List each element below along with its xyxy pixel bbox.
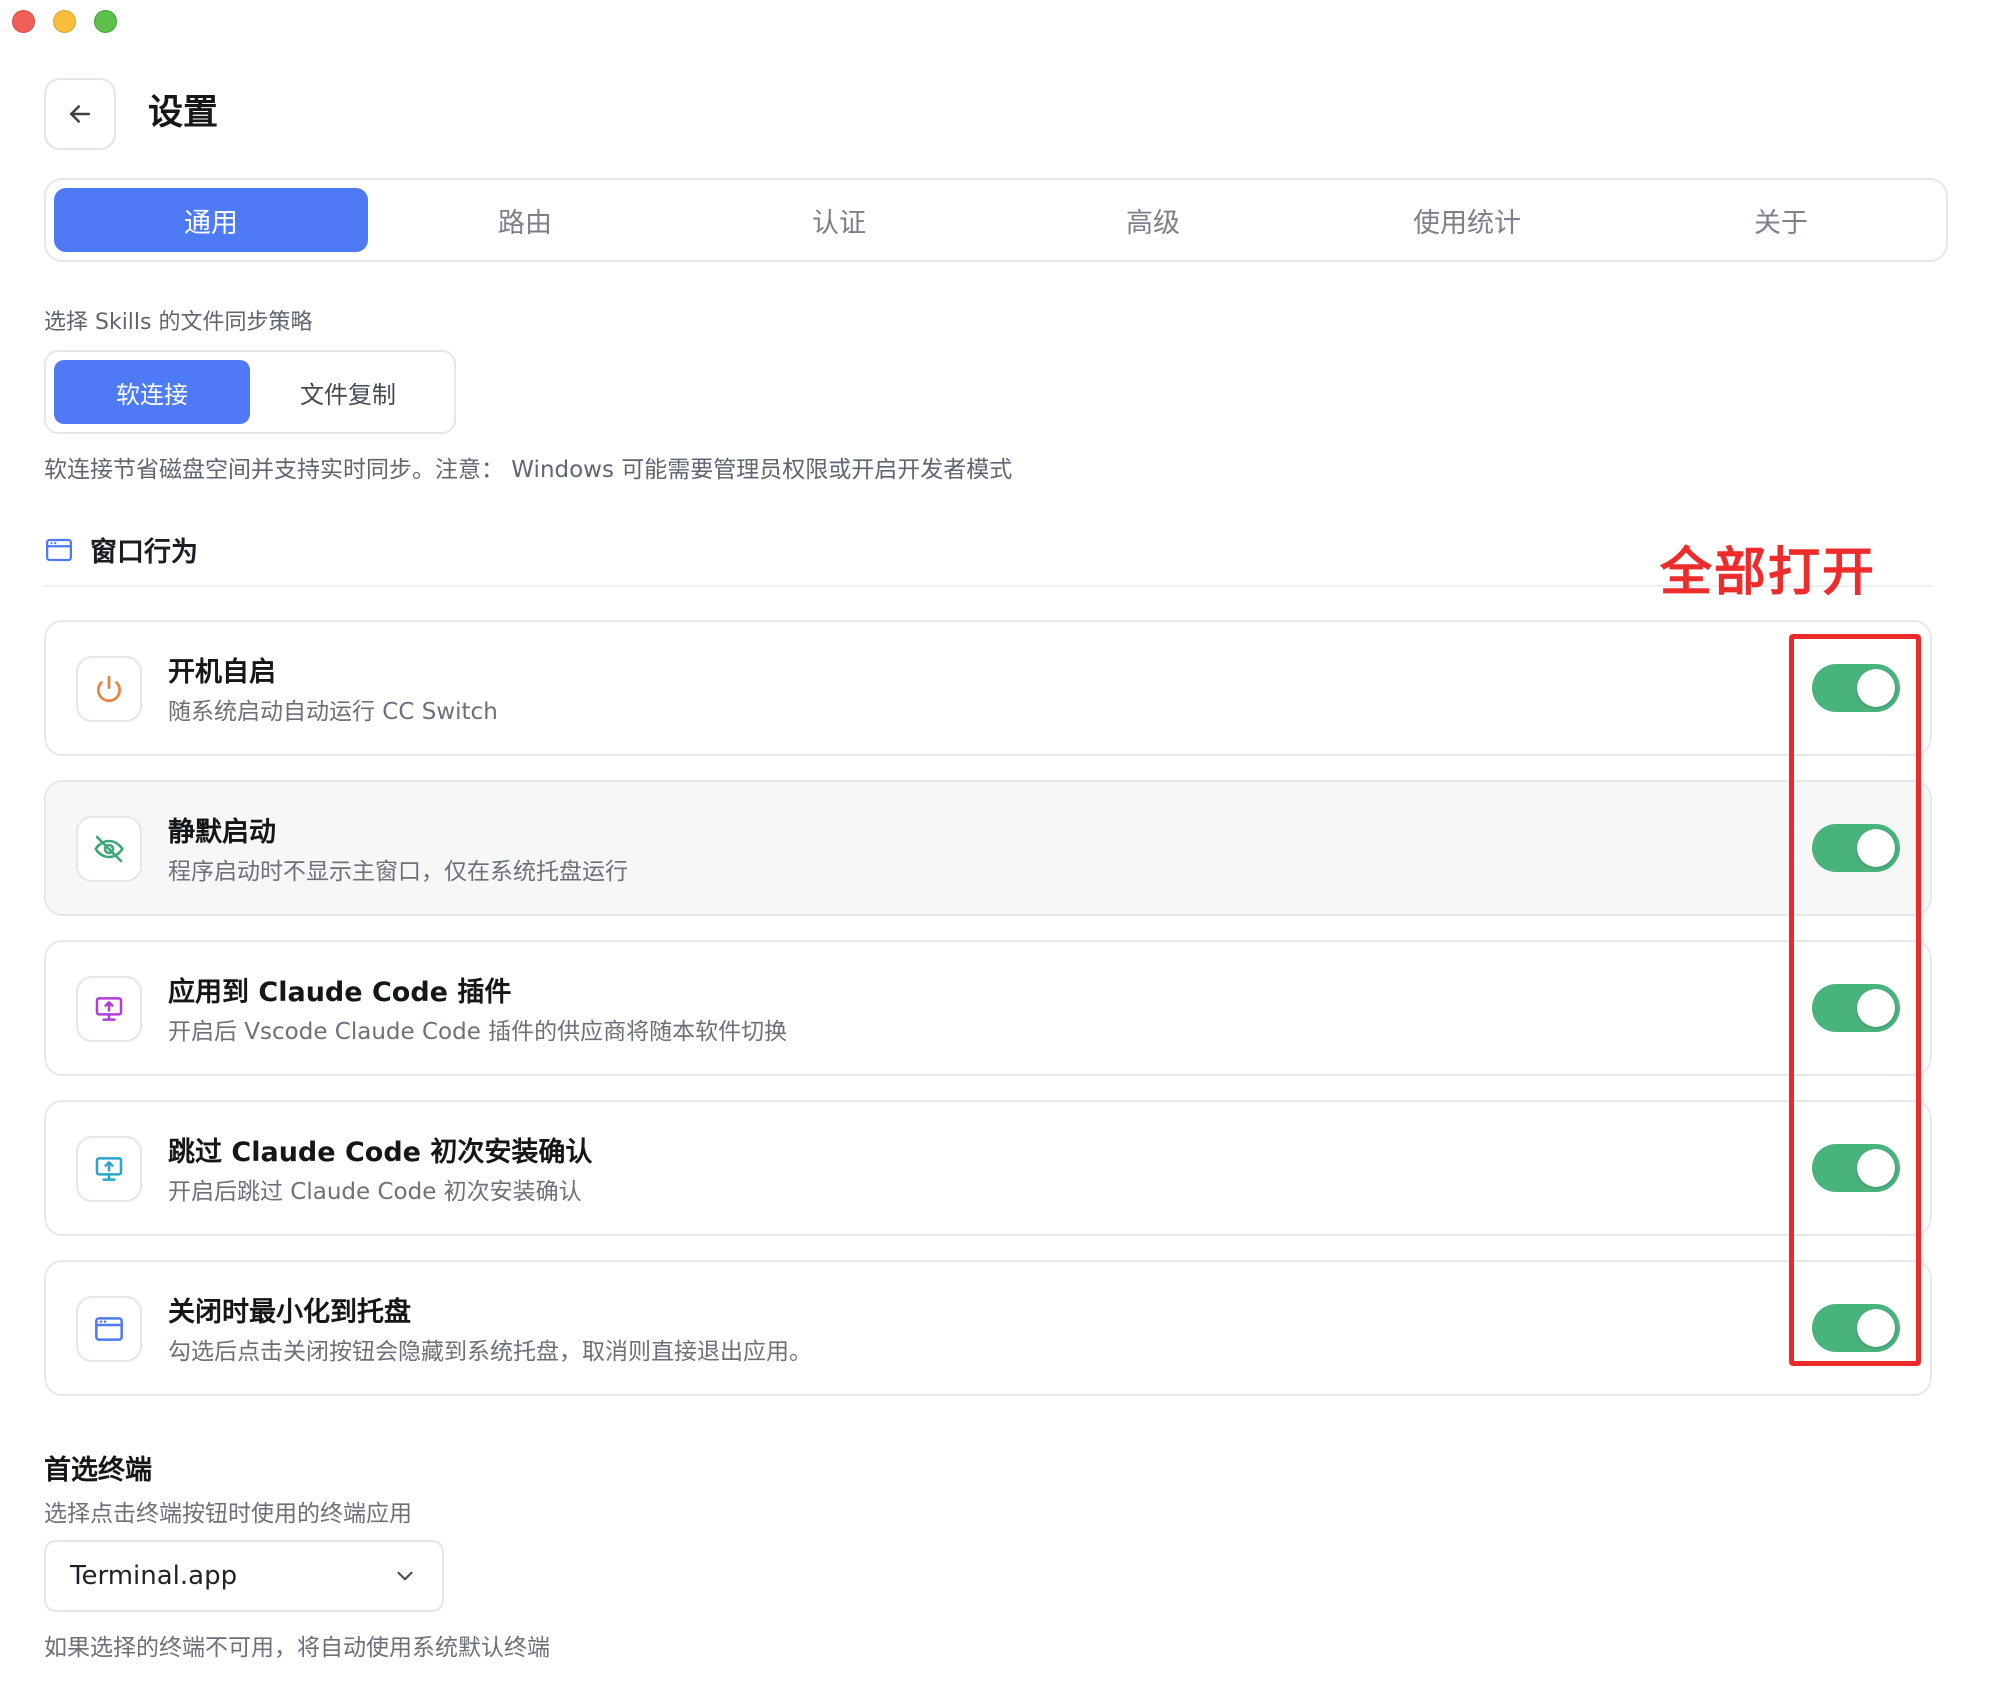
terminal-select-value: Terminal.app xyxy=(70,1561,238,1591)
zoom-window-button[interactable] xyxy=(94,10,117,33)
setting-desc: 开启后跳过 Claude Code 初次安装确认 xyxy=(168,1179,582,1205)
window-icon xyxy=(95,1317,123,1341)
setting-title: 关闭时最小化到托盘 xyxy=(168,1297,411,1328)
file-copy-option[interactable]: 文件复制 xyxy=(250,360,446,424)
setting-desc: 随系统启动自动运行 CC Switch xyxy=(168,699,498,725)
window-icon xyxy=(46,538,72,561)
close-window-button[interactable] xyxy=(12,10,35,33)
setting-icon-box xyxy=(76,1296,142,1362)
annotation-label: 全部打开 xyxy=(1660,543,1877,603)
setting-desc: 开启后 Vscode Claude Code 插件的供应商将随本软件切换 xyxy=(168,1019,788,1045)
power-icon xyxy=(97,675,121,703)
setting-card-silent-start: 静默启动 程序启动时不显示主窗口，仅在系统托盘运行 xyxy=(44,780,1932,916)
tab-about[interactable]: 关于 xyxy=(1624,188,1938,252)
eye-off-icon xyxy=(94,835,124,863)
terminal-note: 如果选择的终端不可用，将自动使用系统默认终端 xyxy=(44,1635,550,1661)
setting-card-autostart: 开机自启 随系统启动自动运行 CC Switch xyxy=(44,620,1932,756)
terminal-select[interactable]: Terminal.app xyxy=(44,1540,444,1612)
annotation-highlight-box xyxy=(1789,634,1921,1366)
terminal-title: 首选终端 xyxy=(44,1455,152,1486)
chevron-down-icon xyxy=(397,1571,413,1581)
setting-icon-box xyxy=(76,976,142,1042)
setting-card-skip-onboarding: 跳过 Claude Code 初次安装确认 开启后跳过 Claude Code … xyxy=(44,1100,1932,1236)
tab-advanced[interactable]: 高级 xyxy=(996,188,1310,252)
page-title: 设置 xyxy=(148,93,219,133)
setting-title: 静默启动 xyxy=(168,817,276,848)
setting-icon-box xyxy=(76,656,142,722)
setting-card-claude-plugin: 应用到 Claude Code 插件 开启后 Vscode Claude Cod… xyxy=(44,940,1932,1076)
settings-tabs: 通用 路由 认证 高级 使用统计 关于 xyxy=(44,178,1948,262)
setting-card-minimize-to-tray: 关闭时最小化到托盘 勾选后点击关闭按钮会隐藏到系统托盘，取消则直接退出应用。 xyxy=(44,1260,1932,1396)
skills-sync-selector: 软连接 文件复制 xyxy=(44,350,456,434)
skills-sync-hint: 软连接节省磁盘空间并支持实时同步。注意： Windows 可能需要管理员权限或开… xyxy=(44,457,1013,483)
monitor-upload-icon xyxy=(95,1157,123,1181)
tab-routing[interactable]: 路由 xyxy=(368,188,682,252)
window-controls xyxy=(12,10,117,33)
back-button[interactable] xyxy=(44,78,116,150)
setting-desc: 程序启动时不显示主窗口，仅在系统托盘运行 xyxy=(168,859,628,885)
tab-general[interactable]: 通用 xyxy=(54,188,368,252)
window-behavior-header: 窗口行为 xyxy=(44,530,198,569)
setting-desc: 勾选后点击关闭按钮会隐藏到系统托盘，取消则直接退出应用。 xyxy=(168,1339,812,1365)
terminal-subtitle: 选择点击终端按钮时使用的终端应用 xyxy=(44,1501,412,1527)
section-divider xyxy=(44,585,1932,587)
symlink-option[interactable]: 软连接 xyxy=(54,360,250,424)
minimize-window-button[interactable] xyxy=(53,10,76,33)
tab-usage-stats[interactable]: 使用统计 xyxy=(1310,188,1624,252)
section-title: 窗口行为 xyxy=(90,537,198,568)
setting-title: 应用到 Claude Code 插件 xyxy=(168,977,512,1008)
arrow-left-icon xyxy=(70,105,90,123)
setting-title: 跳过 Claude Code 初次安装确认 xyxy=(168,1137,593,1168)
tab-auth[interactable]: 认证 xyxy=(682,188,996,252)
monitor-upload-icon xyxy=(95,997,123,1021)
skills-sync-label: 选择 Skills 的文件同步策略 xyxy=(44,310,313,335)
setting-title: 开机自启 xyxy=(168,657,276,688)
setting-icon-box xyxy=(76,816,142,882)
setting-icon-box xyxy=(76,1136,142,1202)
